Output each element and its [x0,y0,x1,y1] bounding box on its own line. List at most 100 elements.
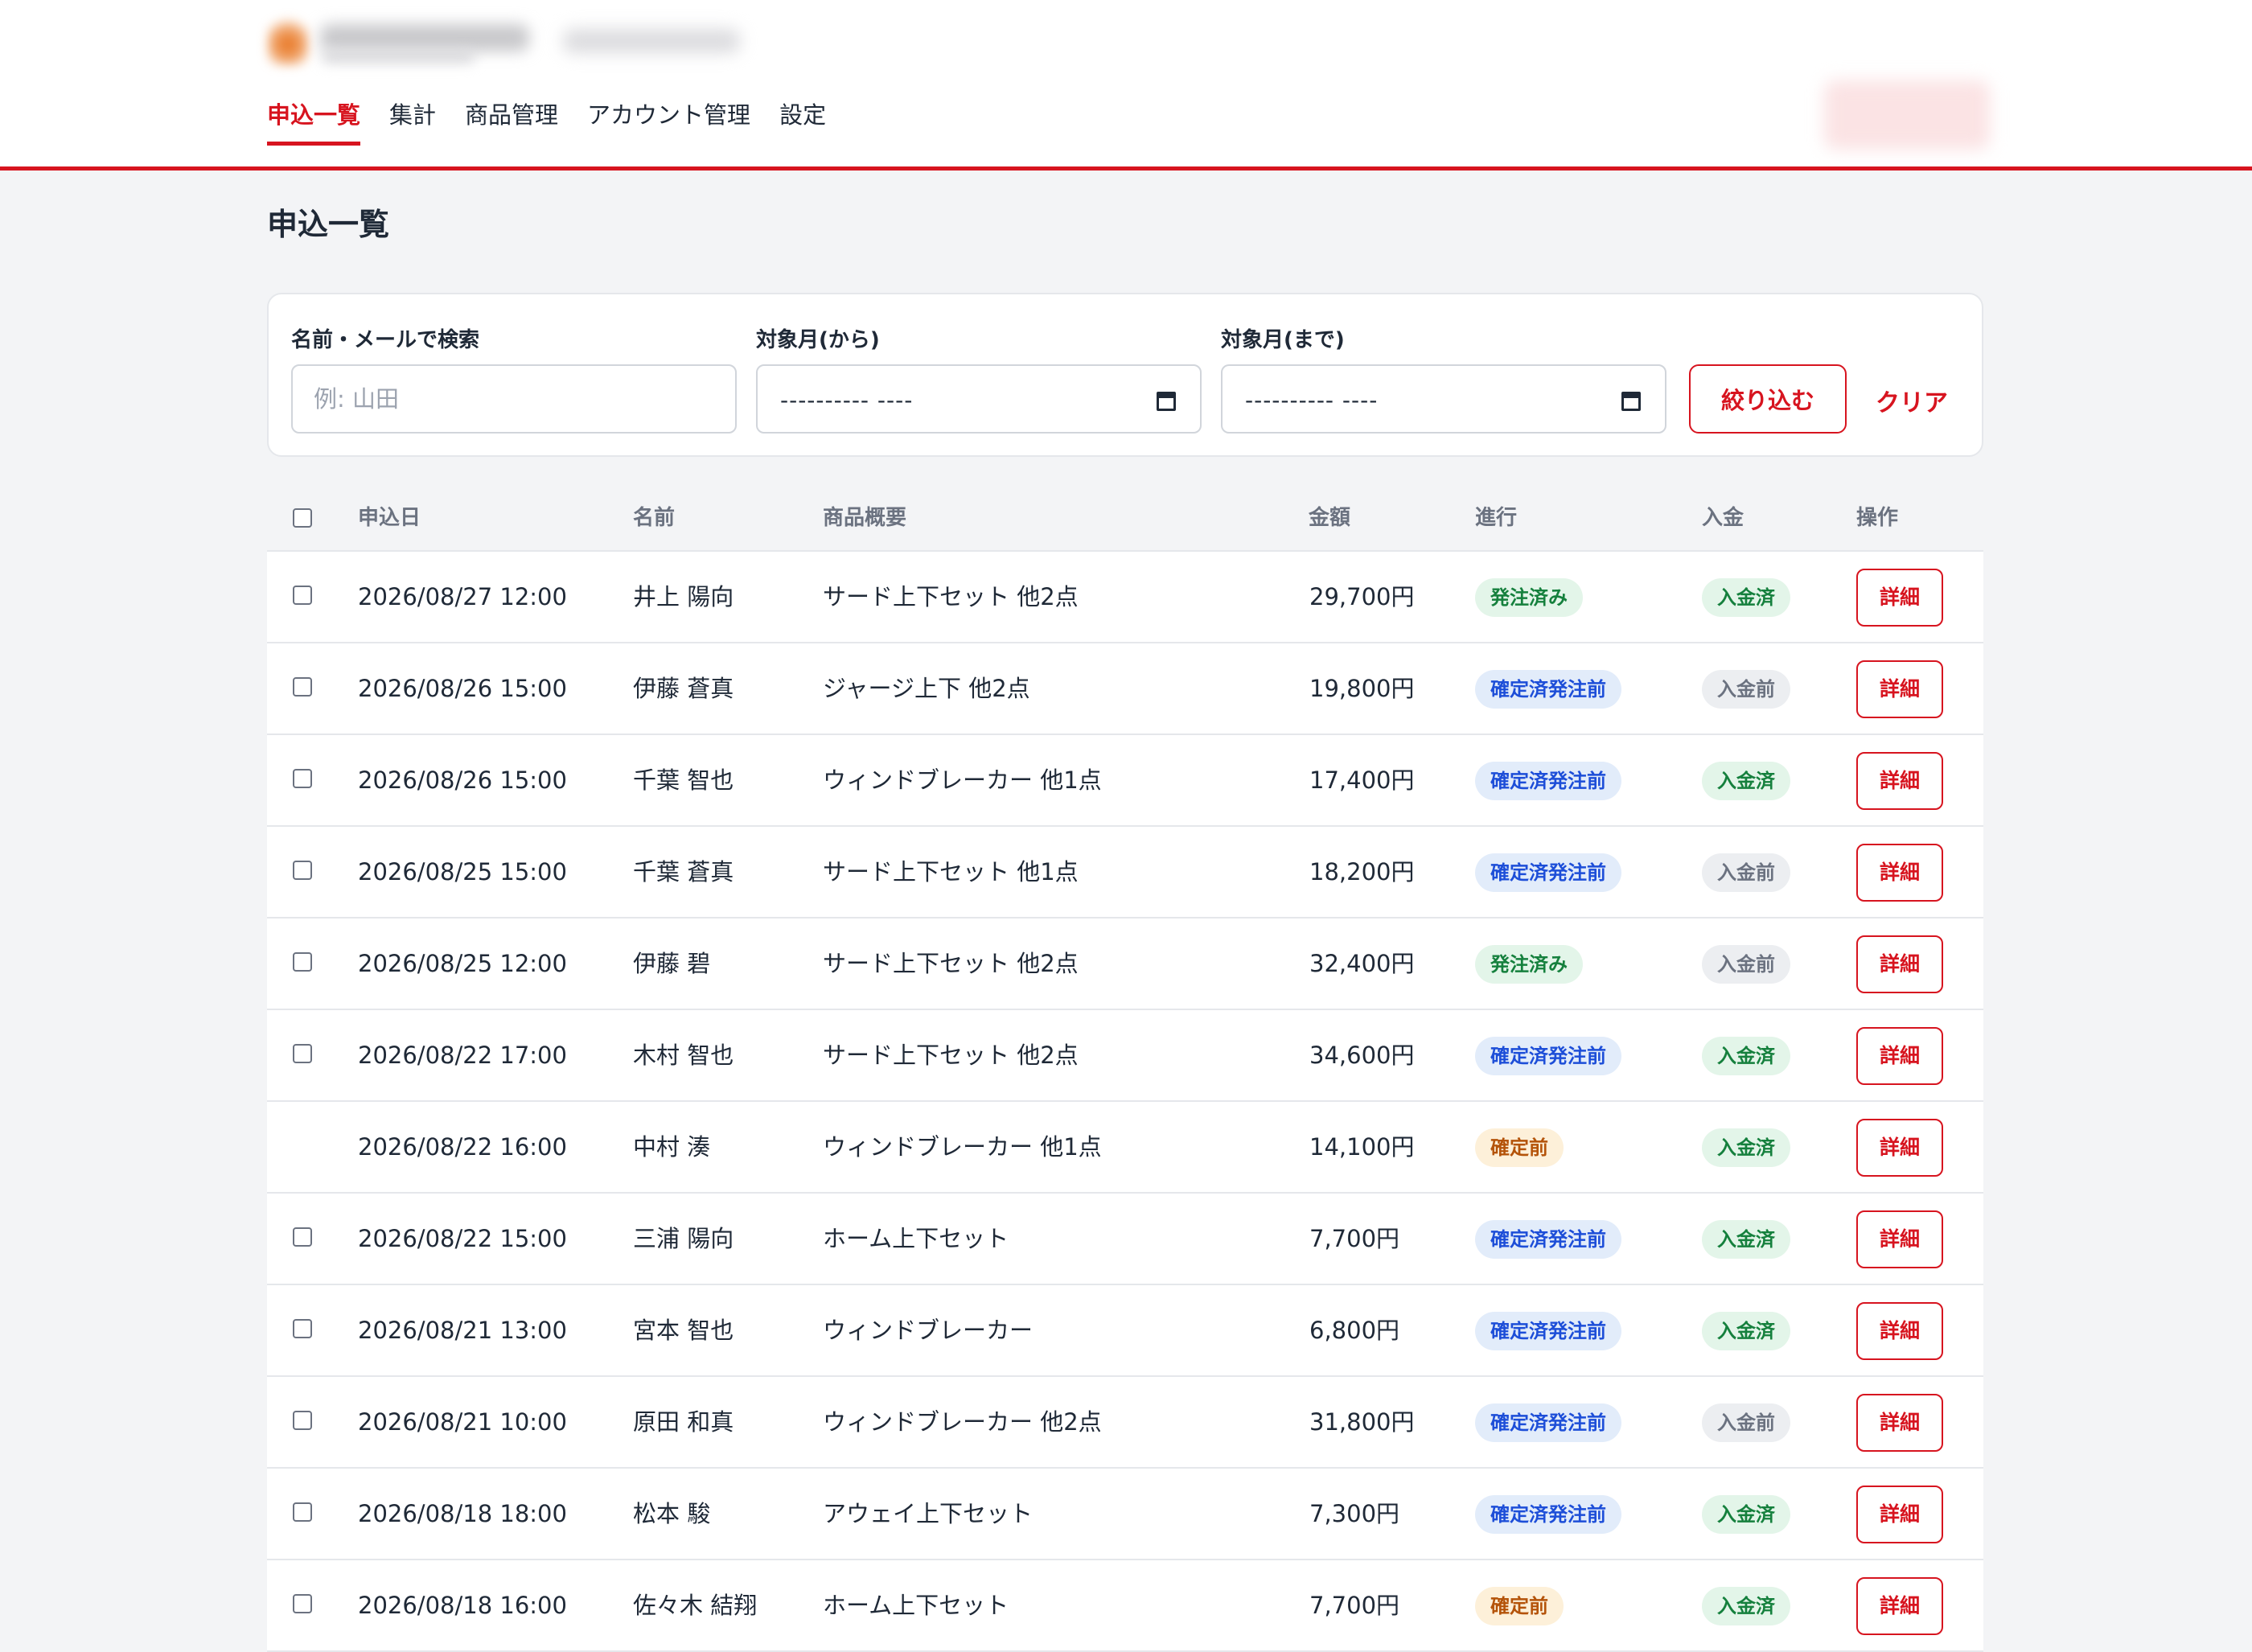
row-checkbox[interactable] [293,1044,312,1063]
col-header-action: 操作 [1856,506,1899,530]
detail-button[interactable]: 詳細 [1856,660,1943,718]
col-header-amount[interactable]: 金額 [1309,484,1350,552]
detail-button[interactable]: 詳細 [1856,1119,1943,1177]
payment-status-badge: 入金前 [1702,1403,1790,1442]
cell-amount: 17,400円 [1309,766,1415,794]
cell-amount: 6,800円 [1309,1317,1400,1344]
brand-subname-redacted [322,50,475,63]
nav-item-products[interactable]: 商品管理 [465,95,558,142]
cell-name: 佐々木 結翔 [633,1592,758,1619]
nav-item-settings[interactable]: 設定 [779,95,826,142]
applications-table: 申込日 名前 商品概要 金額 進行 入金 操作 2026/08/27 12:00… [267,484,1983,1652]
cell-amount: 29,700円 [1309,583,1415,610]
row-checkbox[interactable] [293,952,312,972]
cell-summary: サード上下セット 他2点 [823,583,1079,610]
cell-name: 中村 湊 [633,1133,711,1161]
col-header-name[interactable]: 名前 [633,484,675,552]
cell-summary: ホーム上下セット [823,1225,1009,1252]
brand-logo-icon[interactable] [267,18,309,66]
row-checkbox[interactable] [293,1319,312,1338]
cell-date: 2026/08/25 12:00 [358,950,567,977]
table-row[interactable]: 2026/08/27 12:00 井上 陽向 サード上下セット 他2点 29,700円… [267,552,1983,643]
cell-summary: ウィンドブレーカー [823,1317,1034,1344]
cell-date: 2026/08/25 15:00 [358,858,567,886]
table-row[interactable]: 2026/08/18 16:00 佐々木 結翔 ホーム上下セット 7,700円 確定前 入… [267,1560,1983,1652]
apply-filter-button[interactable]: 絞り込む [1689,364,1847,434]
detail-button[interactable]: 詳細 [1856,1210,1943,1268]
month-to-input[interactable]: ---------- ---- [1221,364,1666,434]
detail-button[interactable]: 詳細 [1856,1486,1943,1543]
detail-button[interactable]: 詳細 [1856,844,1943,902]
detail-button[interactable]: 詳細 [1856,1027,1943,1085]
col-header-summary[interactable]: 商品概要 [823,484,906,552]
col-header-progress[interactable]: 進行 [1475,484,1517,552]
progress-status-badge: 確定前 [1475,1128,1564,1167]
table-row[interactable]: 2026/08/21 10:00 原田 和真 ウィンドブレーカー 他2点 31,800… [267,1377,1983,1469]
cell-name: 原田 和真 [633,1408,734,1436]
detail-button[interactable]: 詳細 [1856,1394,1943,1452]
calendar-icon[interactable] [1621,392,1641,411]
cell-name: 伊藤 蒼真 [633,675,734,702]
cell-summary: アウェイ上下セット [823,1500,1034,1527]
table-row[interactable]: 2026/08/26 15:00 伊藤 蒼真 ジャージ上下 他2点 19,800円 確定… [267,643,1983,735]
detail-button[interactable]: 詳細 [1856,935,1943,993]
progress-status-badge: 確定前 [1475,1587,1564,1625]
row-checkbox[interactable] [293,1227,312,1247]
detail-button[interactable]: 詳細 [1856,1577,1943,1635]
table-row[interactable]: 2026/08/21 13:00 宮本 智也 ウィンドブレーカー 6,800円 確定済発… [267,1285,1983,1377]
progress-status-badge: 発注済み [1475,578,1583,617]
brand-name-redacted [320,24,529,51]
row-checkbox[interactable] [293,1502,312,1522]
header-action-button-redacted[interactable] [1824,80,1990,150]
cell-amount: 7,300円 [1309,1500,1400,1527]
row-checkbox[interactable] [293,769,312,788]
cell-summary: サード上下セット 他1点 [823,858,1079,886]
col-header-date[interactable]: 申込日 [358,484,421,552]
cell-summary: ジャージ上下 他2点 [823,675,1030,702]
cell-amount: 14,100円 [1309,1133,1415,1161]
row-checkbox[interactable] [293,861,312,880]
detail-button[interactable]: 詳細 [1856,569,1943,627]
clear-filter-button[interactable]: クリア [1876,383,1948,418]
cell-summary: ウィンドブレーカー 他1点 [823,1133,1102,1161]
cell-summary: ホーム上下セット [823,1592,1009,1619]
table-row[interactable]: 2026/08/22 17:00 木村 智也 サード上下セット 他2点 34,600円… [267,1010,1983,1102]
table-row[interactable]: 2026/08/25 15:00 千葉 蒼真 サード上下セット 他1点 18,200円… [267,827,1983,918]
table-row[interactable]: 2026/08/25 12:00 伊藤 碧 サード上下セット 他2点 32,400円 発… [267,918,1983,1010]
table-row[interactable]: 2026/08/26 15:00 千葉 智也 ウィンドブレーカー 他1点 17,400… [267,735,1983,827]
table-row[interactable]: 2026/08/22 15:00 三浦 陽向 ホーム上下セット 7,700円 確定済発注… [267,1194,1983,1285]
col-header-payment[interactable]: 入金 [1702,484,1744,552]
table-row[interactable]: 2026/08/22 16:00 中村 湊 ウィンドブレーカー 他1点 14,100円… [267,1102,1983,1194]
detail-button[interactable]: 詳細 [1856,752,1943,810]
row-checkbox[interactable] [293,586,312,605]
month-from-label: 対象月(から) [756,328,880,352]
payment-status-badge: 入金済 [1702,762,1790,800]
row-checkbox[interactable] [293,1411,312,1430]
month-from-value: ---------- ---- [780,387,914,413]
month-from-input[interactable]: ---------- ---- [756,364,1202,434]
nav-item-applications[interactable]: 申込一覧 [267,95,361,146]
cell-amount: 18,200円 [1309,858,1415,886]
cell-date: 2026/08/22 16:00 [358,1133,567,1161]
payment-status-badge: 入金済 [1702,1220,1790,1259]
cell-amount: 31,800円 [1309,1408,1415,1436]
cell-name: 千葉 蒼真 [633,858,734,886]
progress-status-badge: 確定済発注前 [1475,1220,1621,1259]
select-all-checkbox[interactable] [293,508,312,528]
search-label: 名前・メールで検索 [291,328,480,352]
cell-date: 2026/08/27 12:00 [358,583,567,610]
nav-item-summary[interactable]: 集計 [389,95,436,142]
cell-summary: ウィンドブレーカー 他2点 [823,1408,1102,1436]
nav-item-accounts[interactable]: アカウント管理 [587,95,750,142]
calendar-icon[interactable] [1157,392,1176,411]
row-checkbox[interactable] [293,677,312,697]
cell-summary: サード上下セット 他2点 [823,950,1079,977]
search-input[interactable] [291,364,737,434]
detail-button[interactable]: 詳細 [1856,1302,1943,1360]
cell-date: 2026/08/21 10:00 [358,1408,567,1436]
cell-date: 2026/08/26 15:00 [358,766,567,794]
payment-status-badge: 入金済 [1702,1128,1790,1167]
cell-amount: 7,700円 [1309,1225,1400,1252]
row-checkbox[interactable] [293,1594,312,1613]
table-row[interactable]: 2026/08/18 18:00 松本 駿 アウェイ上下セット 7,300円 確定済発注… [267,1469,1983,1560]
